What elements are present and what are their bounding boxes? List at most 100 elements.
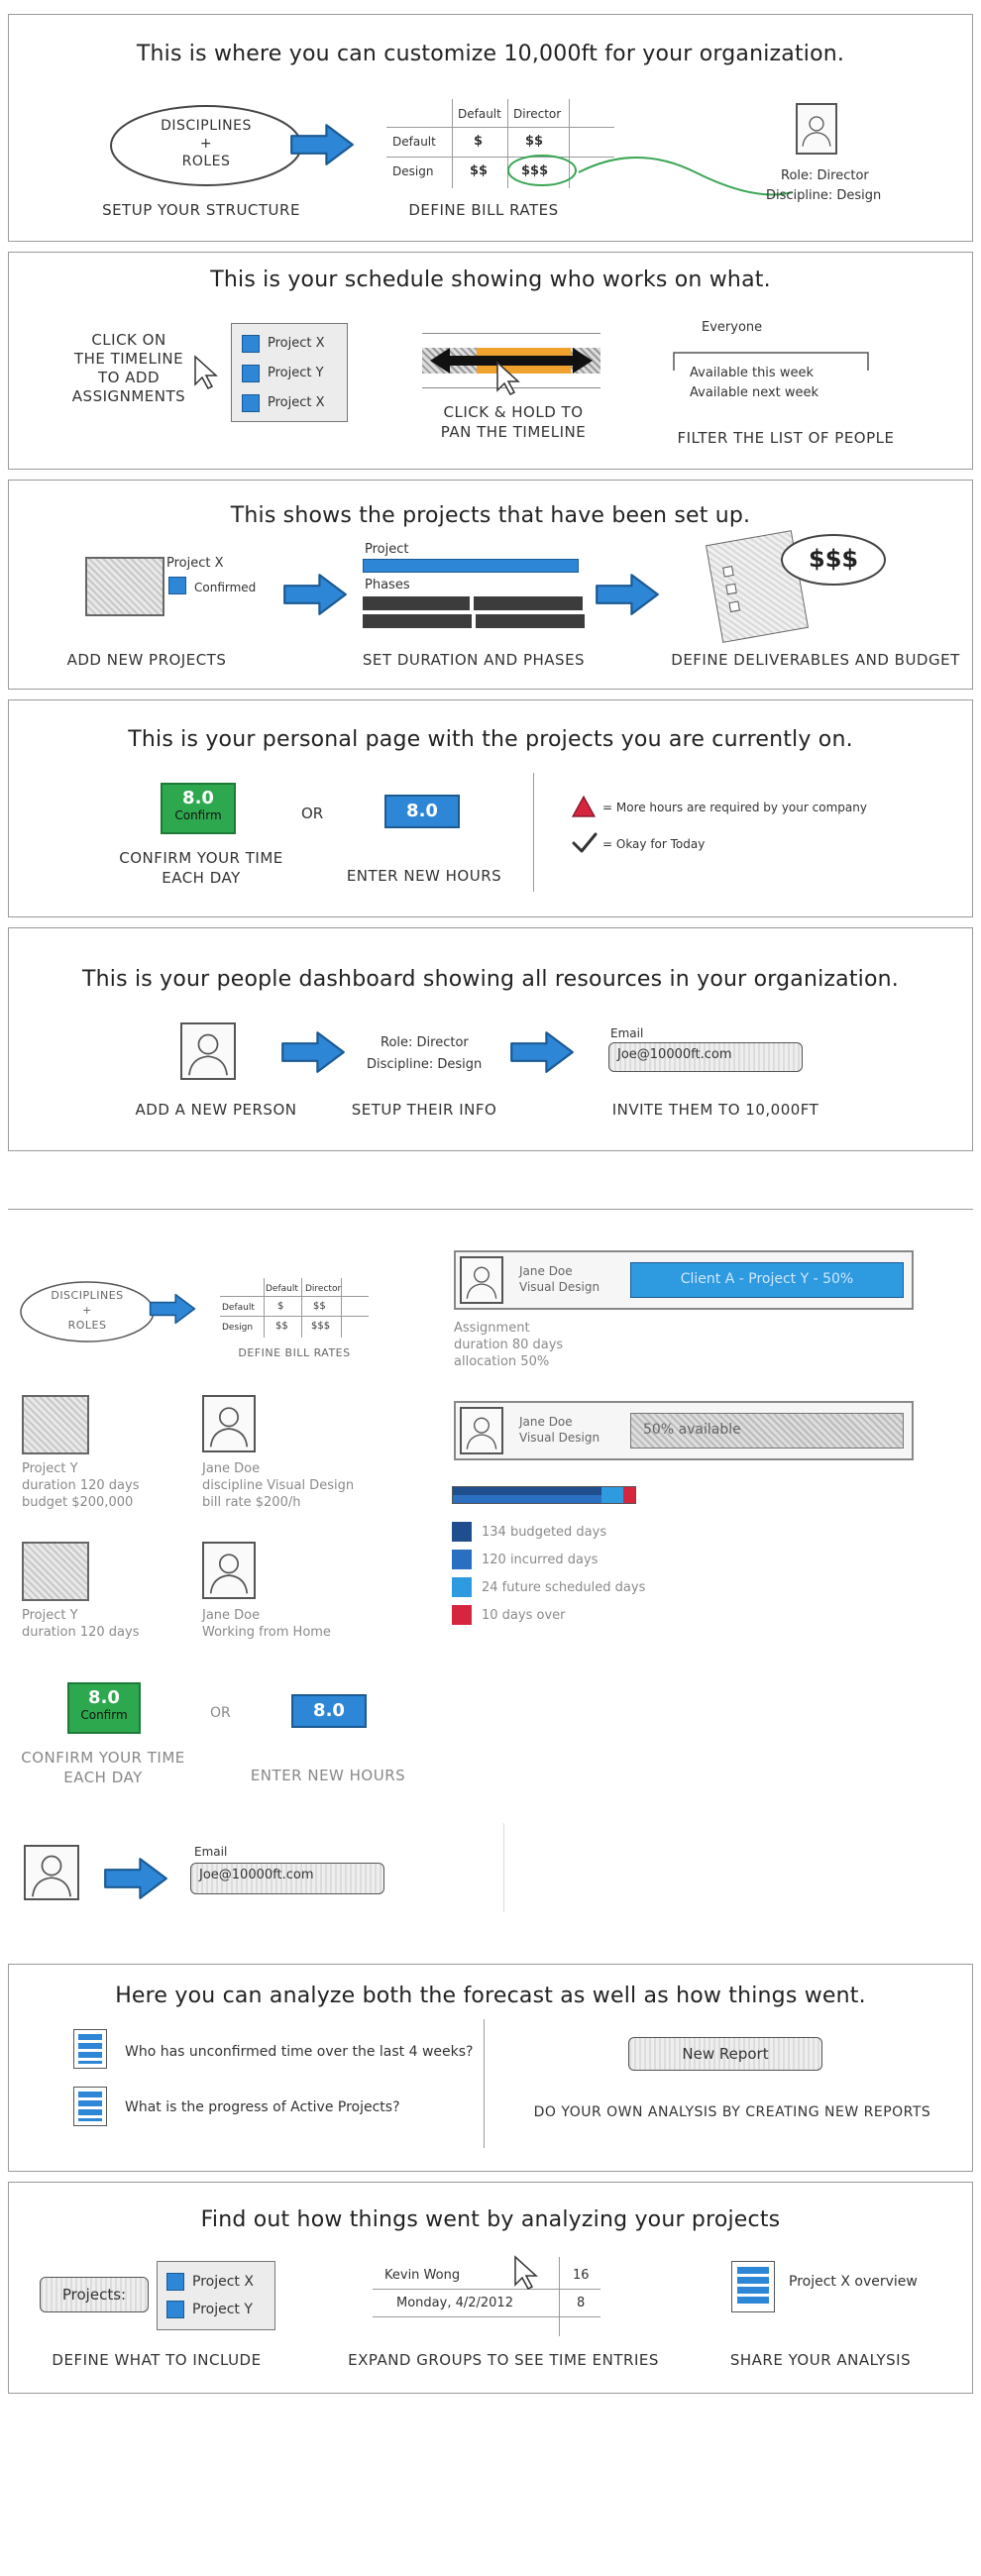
person-row[interactable]: Kevin Wong [384, 2267, 460, 2285]
progress-bar [452, 1486, 636, 1504]
caption: DEFINE BILL RATES [238, 1346, 351, 1359]
overview-doc-icon[interactable] [731, 2261, 775, 2312]
confirm-label: Confirm [80, 1708, 128, 1722]
avatar [796, 103, 837, 155]
confirmed-label: Confirmed [194, 581, 257, 594]
rate-cell: $$ [313, 1301, 326, 1312]
legend-swatch [452, 1550, 472, 1569]
new-report-button[interactable]: New Report [628, 2037, 822, 2071]
person-details: Jane Doe discipline Visual Design bill r… [202, 1461, 355, 1510]
legend-label: 120 incurred days [482, 1553, 599, 1567]
legend-label: 24 future scheduled days [482, 1580, 646, 1595]
rate-cell: $ [277, 1301, 284, 1312]
row-default: Default [392, 135, 436, 149]
filter-item[interactable]: Available this week [690, 365, 814, 382]
project-bar [363, 559, 579, 573]
project-details: Project Y duration 120 days budget $200,… [22, 1461, 140, 1510]
filter-caption: FILTER THE LIST OF PEOPLE [677, 429, 895, 447]
avatar [460, 1407, 503, 1454]
section-title: This is your people dashboard showing al… [82, 967, 899, 992]
caption: SETUP THEIR INFO [351, 1101, 497, 1119]
project-square [166, 2273, 184, 2291]
email-label: Email [194, 1845, 228, 1859]
email-field[interactable]: Joe@10000ft.com [190, 1863, 384, 1894]
projects-section: This shows the projects that have been s… [8, 480, 973, 690]
money-text: $$$ [809, 545, 859, 573]
rate-cell: $$ [275, 1321, 288, 1332]
hours-input[interactable]: 8.0 [384, 795, 460, 828]
caption: ENTER NEW HOURS [346, 867, 502, 885]
report-question[interactable]: What is the progress of Active Projects? [125, 2098, 400, 2116]
hours-entry: 8 [577, 2296, 586, 2310]
project-square [242, 394, 260, 412]
section-title: This is your schedule showing who works … [210, 268, 771, 292]
project-square [166, 2301, 184, 2318]
analyze-projects-section: Find out how things went by analyzing yo… [8, 2182, 973, 2394]
highlight-circle [507, 155, 577, 186]
arrow-icon [289, 123, 355, 166]
confirm-button[interactable]: 8.0 Confirm [67, 1682, 141, 1734]
people-section: This is your people dashboard showing al… [8, 927, 973, 1151]
col-director: Director [305, 1284, 342, 1294]
section-title: This is your personal page with the proj… [128, 727, 853, 752]
project-thumbnail [22, 1395, 89, 1454]
avatar [460, 1256, 503, 1304]
person-discipline: Visual Design [519, 1280, 600, 1294]
hours-value: 8.0 [88, 1687, 120, 1708]
or-text: OR [301, 805, 324, 822]
project-label: Project Y [268, 366, 324, 380]
caption: DEFINE BILL RATES [408, 201, 559, 219]
confirmed-square [168, 577, 186, 594]
project-label[interactable]: Project X [192, 2273, 254, 2291]
legend-swatch [452, 1577, 472, 1597]
avatar [202, 1395, 256, 1452]
role-text: Role: Director [381, 1035, 469, 1050]
col-director: Director [513, 107, 562, 121]
legend-swatch [452, 1605, 472, 1625]
pan-caption: CLICK & HOLD TO PAN THE TIMELINE [440, 403, 587, 441]
overview-label[interactable]: Project X overview [789, 2273, 918, 2291]
project-label[interactable]: Project Y [192, 2301, 253, 2318]
caption: SHARE YOUR ANALYSIS [729, 2351, 912, 2369]
caption: CONFIRM YOUR TIME EACH DAY [119, 849, 283, 887]
cursor-icon [194, 355, 218, 389]
personal-section: This is your personal page with the proj… [8, 699, 973, 917]
confirm-button[interactable]: 8.0 Confirm [161, 783, 236, 834]
project-label: Project X [268, 395, 325, 410]
disciplines-text: DISCIPLINES + ROLES [161, 118, 252, 169]
caption: SET DURATION AND PHASES [362, 651, 586, 669]
report-icon [73, 2087, 107, 2126]
project-square [242, 365, 260, 382]
assignment-bar[interactable]: Client A - Project Y - 50% [630, 1262, 904, 1298]
projects-selector[interactable]: Projects: [40, 2277, 149, 2312]
email-label: Email [610, 1026, 644, 1040]
analyze-section: Here you can analyze both the forecast a… [8, 1964, 973, 2172]
warning-triangle-icon [571, 795, 597, 817]
legend-label: 134 budgeted days [482, 1525, 607, 1540]
project-thumbnail [22, 1542, 89, 1601]
or-text: OR [210, 1705, 231, 1721]
legend-more: = More hours are required by your compan… [602, 801, 867, 814]
caption: CONFIRM YOUR TIME EACH DAY [21, 1749, 185, 1786]
email-field[interactable]: Joe@10000ft.com [608, 1042, 803, 1072]
filter-header[interactable]: Everyone [702, 319, 762, 337]
discipline-text: Discipline: Design [766, 188, 882, 203]
caption: ADD NEW PROJECTS [66, 651, 227, 669]
hours-input[interactable]: 8.0 [291, 1694, 367, 1728]
report-icon [73, 2029, 107, 2069]
click-timeline-text: CLICK ON THE TIMELINE TO ADD ASSIGNMENTS [71, 331, 186, 405]
rate-cell: $ [474, 134, 484, 149]
availability-bar[interactable]: 50% available [630, 1413, 904, 1449]
avatar [202, 1542, 256, 1599]
section-title: This shows the projects that have been s… [230, 503, 751, 528]
phase-bar [474, 596, 583, 610]
project-thumbnail [85, 557, 164, 616]
report-question[interactable]: Who has unconfirmed time over the last 4… [125, 2043, 473, 2061]
filter-item[interactable]: Available next week [690, 384, 818, 402]
connector-line [578, 157, 794, 196]
project-square [242, 335, 260, 353]
avatar [180, 1022, 236, 1080]
discipline-text: Discipline: Design [367, 1057, 483, 1072]
phase-bar [363, 596, 470, 610]
projects-dropdown [157, 2261, 275, 2330]
